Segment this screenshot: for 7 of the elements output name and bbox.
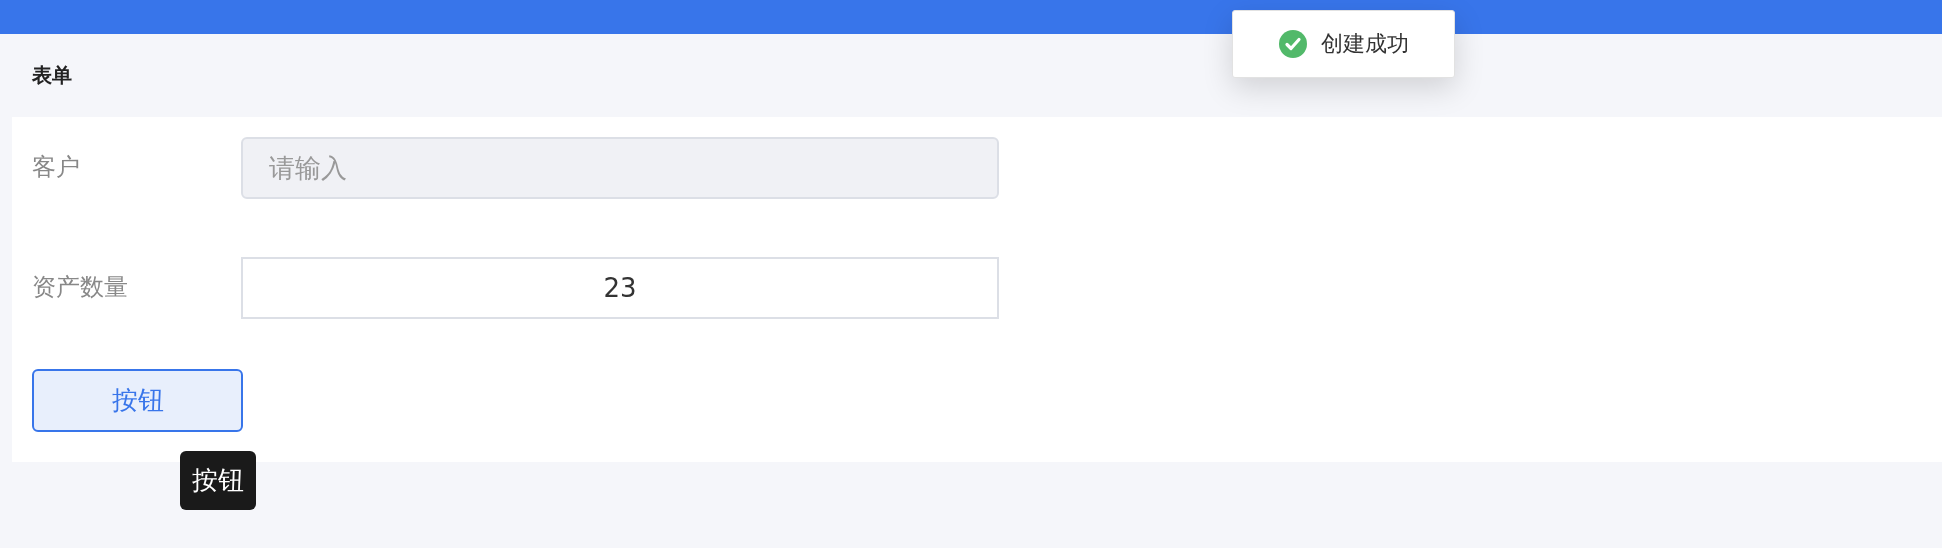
field-label: 资产数量	[32, 272, 129, 303]
section-title: 表单	[32, 62, 72, 89]
input-field[interactable]: 23	[241, 257, 999, 319]
tooltip: 按钮	[180, 451, 256, 510]
primary-button[interactable]: 按钮	[32, 369, 243, 432]
toast-text: 创建成功	[1320, 30, 1409, 58]
field-label: 客户	[32, 152, 81, 183]
